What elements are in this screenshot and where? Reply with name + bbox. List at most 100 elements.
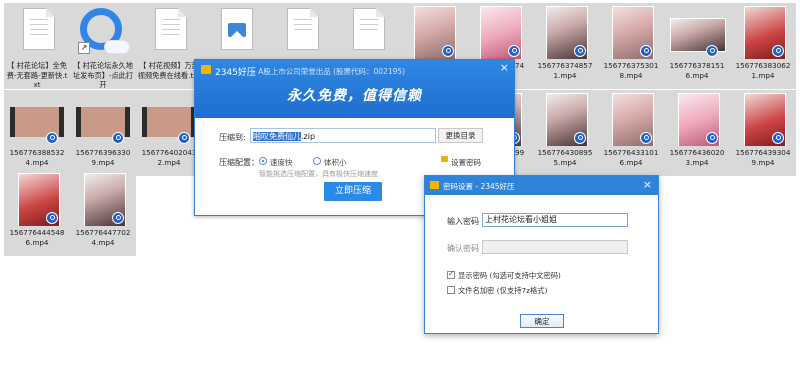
video-badge-icon xyxy=(706,45,718,57)
file-name: 156776375301 8.mp4 xyxy=(603,61,659,80)
video-thumbnail xyxy=(404,6,462,59)
file-name: 156776388532 4.mp4 xyxy=(9,148,65,167)
config-label: 压缩配置： xyxy=(219,158,259,167)
file-item-video[interactable]: 156776439304 9.mp4 xyxy=(730,90,796,176)
file-item-video[interactable]: 156776396330 9.mp4 xyxy=(70,90,136,176)
video-badge-icon xyxy=(46,212,58,224)
file-name: 156776396330 9.mp4 xyxy=(75,148,131,167)
close-icon[interactable]: × xyxy=(500,61,509,74)
compress-dialog-header: 2345好压 - A股上市公司荣誉出品 (股票代码：002195) × 永久免费… xyxy=(195,60,514,118)
radio-small[interactable] xyxy=(313,157,321,165)
video-thumbnail xyxy=(74,173,132,226)
file-name: 156776444548 6.mp4 xyxy=(9,228,65,247)
app-name: 2345好压 xyxy=(215,68,256,78)
file-item-video[interactable]: 156776436020 3.mp4 xyxy=(664,90,730,176)
file-name: 156776447702 4.mp4 xyxy=(75,228,131,247)
file-item-video[interactable]: 156776433101 6.mp4 xyxy=(598,90,664,176)
path-selected-text: 啪叹免费仙儿 xyxy=(253,132,301,141)
path-extension: .zip xyxy=(301,132,316,141)
video-thumbnail xyxy=(734,6,792,59)
close-icon[interactable]: × xyxy=(643,178,652,191)
lock-icon xyxy=(441,156,448,162)
video-thumbnail xyxy=(602,6,660,59)
video-badge-icon xyxy=(640,45,652,57)
file-item-txt-1[interactable]: 【 村花论坛】全免费-无套路-更新快.txt xyxy=(4,3,70,89)
file-item-video[interactable]: 156776375301 8.mp4 xyxy=(598,3,664,89)
image-file-icon xyxy=(206,6,264,59)
radio-small-label[interactable]: 体积小 xyxy=(324,157,347,168)
password-dialog-header: 密码设置 - 2345好压 × xyxy=(425,176,658,195)
video-badge-icon xyxy=(640,132,652,144)
file-item-video[interactable]: 156776447702 4.mp4 xyxy=(70,170,136,256)
file-item-video[interactable]: 156776388532 4.mp4 xyxy=(4,90,70,176)
video-thumbnail xyxy=(74,93,132,146)
path-input[interactable]: 啪叹免费仙儿.zip xyxy=(250,128,436,143)
file-item-video[interactable]: 156776402043 2.mp4 xyxy=(136,90,202,176)
video-badge-icon xyxy=(772,132,784,144)
file-name: 【 村花视频】万部视频免费在线看.txt xyxy=(137,61,201,80)
file-name: 156776436020 3.mp4 xyxy=(669,148,725,167)
file-name: 【 村花论坛永久地址发布页】-点此打开 xyxy=(72,61,134,89)
encrypt-filenames-checkbox[interactable] xyxy=(447,286,455,294)
password-input[interactable]: 上村花论坛看小姐姐 xyxy=(482,213,628,227)
config-hint: 智能挑选压缩配置，具有极快压缩速度 xyxy=(259,170,378,178)
video-badge-icon xyxy=(574,45,586,57)
video-thumbnail xyxy=(734,93,792,146)
text-file-icon xyxy=(140,6,198,59)
file-name: 156776383062 1.mp4 xyxy=(735,61,791,80)
dialog-title: 密码设置 - 2345好压 xyxy=(443,182,515,191)
video-thumbnail xyxy=(668,93,726,146)
show-password-label[interactable]: 显示密码 (勾选可支持中文密码) xyxy=(458,271,561,281)
file-item-video[interactable]: 156776378151 6.mp4 xyxy=(664,3,730,89)
text-file-icon xyxy=(8,6,66,59)
file-name: 156776433101 6.mp4 xyxy=(603,148,659,167)
video-thumbnail xyxy=(8,173,66,226)
file-item-video[interactable]: 156776374857 1.mp4 xyxy=(532,3,598,89)
encrypt-filenames-label[interactable]: 文件名加密 (仅支持7z格式) xyxy=(458,286,547,296)
app-logo-icon xyxy=(201,65,211,74)
video-thumbnail xyxy=(668,6,726,59)
app-subtitle: - A股上市公司荣誉出品 (股票代码：002195) xyxy=(253,67,406,76)
confirm-password-input[interactable] xyxy=(482,240,628,254)
file-name: 【 村花论坛】全免费-无套路-更新快.txt xyxy=(6,61,68,89)
file-name: 156776402043 2.mp4 xyxy=(141,148,197,167)
text-file-icon xyxy=(272,6,330,59)
app-logo-icon xyxy=(430,181,439,189)
change-directory-button[interactable]: 更换目录 xyxy=(438,128,483,143)
video-badge-icon xyxy=(574,132,586,144)
video-thumbnail xyxy=(602,93,660,146)
video-badge-icon xyxy=(772,45,784,57)
video-thumbnail xyxy=(470,6,528,59)
ok-button[interactable]: 确定 xyxy=(520,314,564,328)
file-item-video[interactable]: 156776444548 6.mp4 xyxy=(4,170,70,256)
video-badge-icon xyxy=(112,132,124,144)
text-file-icon xyxy=(338,6,396,59)
file-item-video[interactable]: 156776383062 1.mp4 xyxy=(730,3,796,89)
file-name: 156776430895 5.mp4 xyxy=(537,148,593,167)
video-badge-icon xyxy=(508,45,520,57)
video-badge-icon xyxy=(112,212,124,224)
file-item-shortcut[interactable]: ↗ 【 村花论坛永久地址发布页】-点此打开 xyxy=(70,3,136,89)
slogan: 永久免费，值得信赖 xyxy=(287,88,422,104)
radio-fast-label[interactable]: 速度快 xyxy=(270,157,293,168)
confirm-password-label: 确认密码 xyxy=(447,244,479,253)
file-item-txt-2[interactable]: 【 村花视频】万部视频免费在线看.txt xyxy=(136,3,202,89)
file-name: 156776439304 9.mp4 xyxy=(735,148,791,167)
video-thumbnail xyxy=(536,6,594,59)
show-password-checkbox[interactable] xyxy=(447,269,455,279)
file-name: 156776378151 6.mp4 xyxy=(669,61,725,80)
path-label: 压缩到: xyxy=(219,133,246,142)
compress-now-button[interactable]: 立即压缩 xyxy=(324,182,382,201)
set-password-link[interactable]: 设置密码 xyxy=(451,157,481,168)
enter-password-label: 输入密码 xyxy=(447,217,479,226)
video-badge-icon xyxy=(46,132,58,144)
file-item-video[interactable]: 156776430895 5.mp4 xyxy=(532,90,598,176)
file-name: 156776374857 1.mp4 xyxy=(537,61,593,80)
video-thumbnail xyxy=(536,93,594,146)
radio-fast[interactable] xyxy=(259,157,267,165)
video-badge-icon xyxy=(442,45,454,57)
password-dialog: 密码设置 - 2345好压 × 输入密码 上村花论坛看小姐姐 确认密码 显示密码… xyxy=(424,175,659,334)
video-thumbnail xyxy=(140,93,198,146)
video-badge-icon xyxy=(178,132,190,144)
video-badge-icon xyxy=(706,132,718,144)
